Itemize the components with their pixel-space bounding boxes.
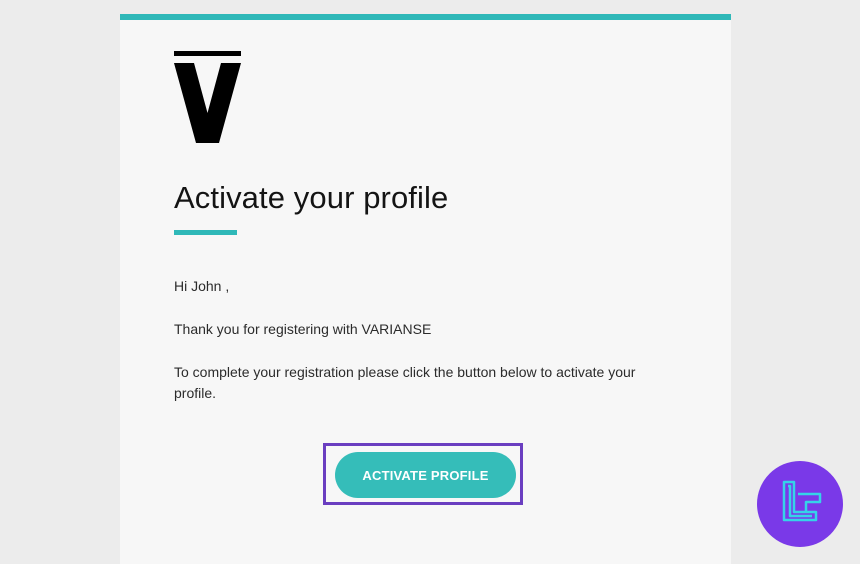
title-underline — [174, 230, 237, 235]
thanks-text: Thank you for registering with VARIANSE — [174, 321, 432, 337]
page-title: Activate your profile — [174, 180, 449, 215]
greeting-text: Hi John , — [174, 278, 230, 294]
varianse-logo-icon — [174, 51, 241, 143]
activate-profile-button[interactable]: ACTIVATE PROFILE — [335, 452, 516, 498]
email-card: Activate your profile Hi John , Thank yo… — [120, 14, 731, 564]
instructions-text: To complete your registration please cli… — [174, 364, 636, 401]
page: Activate your profile Hi John , Thank yo… — [0, 0, 860, 564]
tradingfinder-logo-icon — [757, 461, 843, 547]
